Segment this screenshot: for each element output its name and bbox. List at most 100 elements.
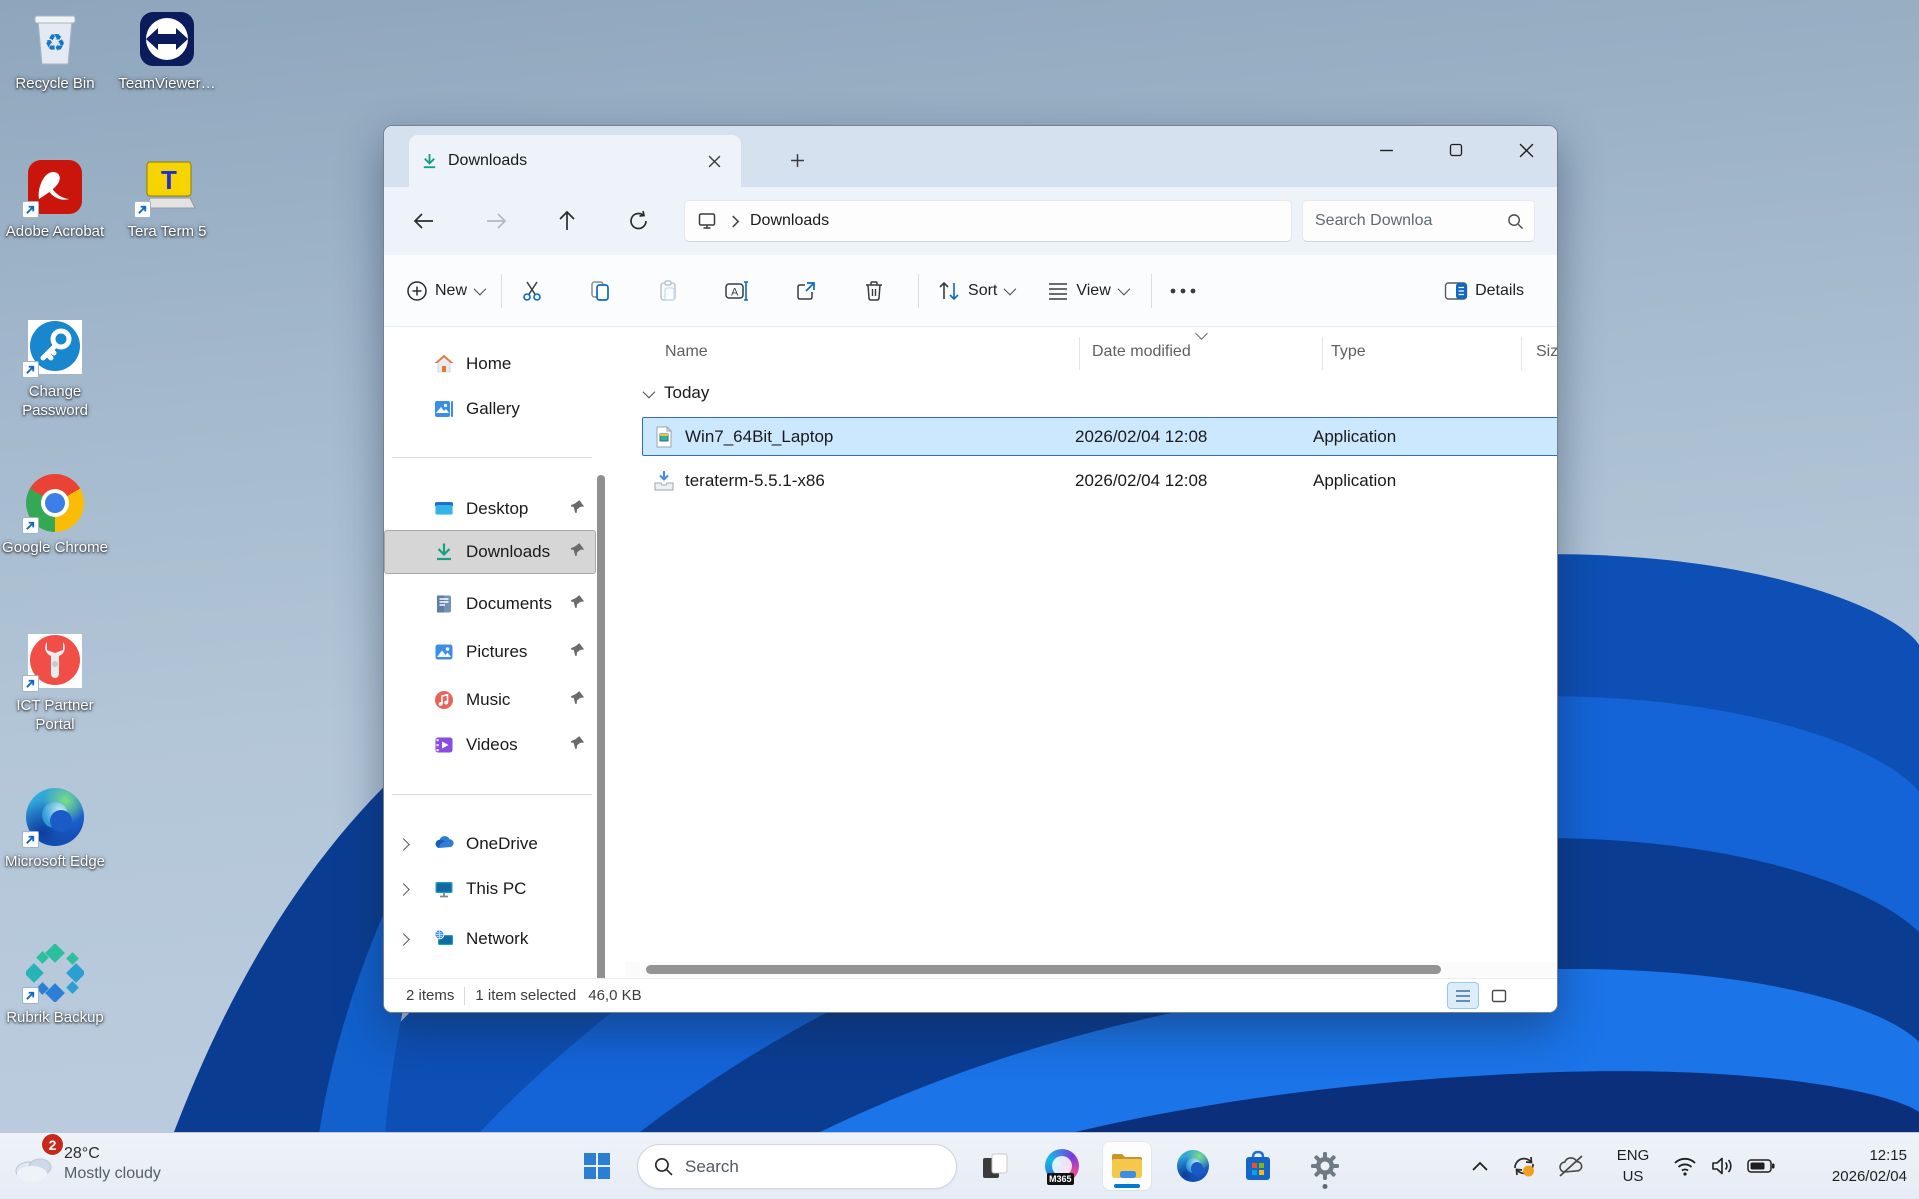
recycle-bin-icon: ♻ [26, 10, 84, 68]
file-explorer-taskbar-button[interactable] [1103, 1142, 1151, 1190]
start-button[interactable] [573, 1142, 621, 1190]
sidebar-item-videos[interactable]: Videos [384, 723, 596, 767]
task-view-button[interactable] [971, 1142, 1019, 1190]
onedrive-paused-icon[interactable] [1552, 1147, 1590, 1185]
desktop-icon-google-chrome[interactable]: Google Chrome [0, 474, 110, 557]
search-icon[interactable] [1507, 213, 1524, 230]
refresh-button[interactable] [619, 201, 659, 241]
file-row-teraterm[interactable]: teraterm-5.5.1-x86 2026/02/04 12:08 Appl… [642, 461, 1558, 500]
copy-button[interactable] [578, 269, 622, 313]
group-header-today[interactable]: Today [643, 383, 709, 403]
column-header-type[interactable]: Type [1331, 343, 1366, 361]
details-button-label: Details [1475, 282, 1524, 300]
home-icon [433, 353, 455, 375]
taskbar-search-box[interactable] [637, 1144, 957, 1189]
running-app-indicator [1323, 1184, 1328, 1189]
new-button[interactable]: New [396, 269, 493, 313]
cut-button[interactable] [510, 269, 554, 313]
minimize-button[interactable] [1363, 128, 1409, 172]
desktop-icon-change-password[interactable]: Change Password [0, 318, 110, 420]
sidebar-item-pictures[interactable]: Pictures [384, 630, 596, 674]
desktop-icon-teamviewer[interactable]: TeamViewer… [112, 10, 222, 93]
sort-button[interactable]: Sort [927, 269, 1023, 313]
weather-widget[interactable]: 2 28°C Mostly cloudy [10, 1141, 161, 1187]
desktop-icon-adobe-acrobat[interactable]: Adobe Acrobat [0, 158, 110, 241]
forward-button[interactable] [476, 201, 516, 241]
sidebar-item-network[interactable]: Network [384, 917, 596, 961]
settings-taskbar-button[interactable] [1301, 1142, 1349, 1190]
sidebar-item-documents[interactable]: Documents [384, 582, 596, 626]
expand-chevron-icon[interactable] [397, 838, 410, 851]
sidebar-item-downloads[interactable]: Downloads [384, 530, 596, 574]
desktop-icon-rubrik-backup[interactable]: Rubrik Backup [0, 944, 110, 1027]
column-divider[interactable] [1322, 337, 1323, 370]
up-button[interactable] [547, 201, 587, 241]
microsoft-store-icon [1243, 1150, 1273, 1182]
view-button[interactable]: View [1037, 269, 1136, 313]
language-indicator[interactable]: ENG US [1610, 1145, 1656, 1187]
paste-button[interactable] [646, 269, 690, 313]
back-button[interactable] [404, 201, 444, 241]
battery-icon[interactable] [1742, 1147, 1780, 1185]
tab-downloads[interactable]: Downloads [409, 135, 741, 187]
address-bar[interactable]: Downloads [684, 200, 1292, 242]
sidebar-item-onedrive[interactable]: OneDrive [384, 822, 596, 866]
column-divider[interactable] [1521, 337, 1522, 370]
sidebar-item-home[interactable]: Home [384, 342, 596, 386]
pin-icon[interactable] [570, 642, 585, 662]
show-hidden-icons-button[interactable] [1461, 1147, 1499, 1185]
search-box[interactable] [1302, 200, 1535, 242]
sidebar-scrollbar-thumb[interactable] [597, 475, 605, 1013]
column-divider[interactable] [1079, 337, 1080, 370]
delete-button[interactable] [852, 269, 896, 313]
pin-icon[interactable] [570, 735, 585, 755]
maximize-button[interactable] [1433, 128, 1479, 172]
pin-icon[interactable] [570, 542, 585, 562]
tab-close-button[interactable] [699, 146, 729, 176]
file-row-win7[interactable]: Win7_64Bit_Laptop 2026/02/04 12:08 Appli… [642, 417, 1558, 456]
microsoft-store-button[interactable] [1234, 1142, 1282, 1190]
pin-icon[interactable] [570, 594, 585, 614]
breadcrumb-location[interactable]: Downloads [750, 212, 829, 230]
file-date-modified: 2026/02/04 12:08 [1075, 471, 1313, 491]
horizontal-scrollbar-thumb[interactable] [646, 965, 1441, 974]
sidebar-item-gallery[interactable]: Gallery [384, 387, 596, 431]
share-button[interactable] [784, 269, 828, 313]
large-icons-view-toggle[interactable] [1483, 982, 1515, 1009]
search-input[interactable] [1315, 212, 1507, 230]
details-button[interactable]: Details [1434, 269, 1541, 313]
column-header-date-modified[interactable]: Date modified [1092, 343, 1191, 361]
sidebar-item-label: Documents [466, 594, 570, 614]
desktop-icon-tera-term[interactable]: T Tera Term 5 [112, 158, 222, 241]
sidebar-item-desktop[interactable]: Desktop [384, 487, 596, 531]
expand-chevron-icon[interactable] [397, 883, 410, 896]
close-button[interactable] [1503, 128, 1549, 172]
sidebar-item-this-pc[interactable]: This PC [384, 867, 596, 911]
horizontal-scrollbar[interactable] [625, 962, 1557, 977]
desktop-icon-recycle-bin[interactable]: ♻ Recycle Bin [0, 10, 110, 93]
pin-icon[interactable] [570, 499, 585, 519]
edge-taskbar-button[interactable] [1169, 1142, 1217, 1190]
clock[interactable]: 12:15 2026/02/04 [1832, 1145, 1907, 1187]
this-pc-icon [433, 878, 455, 900]
toolbar-divider [1151, 274, 1152, 308]
desktop-icon-microsoft-edge[interactable]: Microsoft Edge [0, 788, 110, 871]
m365-copilot-button[interactable]: M365 [1038, 1142, 1086, 1190]
column-header-name[interactable]: Name [665, 343, 708, 361]
details-view-toggle[interactable] [1447, 982, 1479, 1009]
volume-icon[interactable] [1703, 1147, 1741, 1185]
desktop-icon-ict-partner-portal[interactable]: ICT Partner Portal [0, 632, 110, 734]
rename-button[interactable]: A [714, 269, 760, 313]
column-header-size[interactable]: Size [1536, 343, 1558, 361]
collapse-chevron-icon[interactable] [643, 385, 656, 398]
sidebar-divider [392, 457, 592, 458]
change-password-icon [26, 318, 84, 376]
pin-icon[interactable] [570, 690, 585, 710]
expand-chevron-icon[interactable] [397, 933, 410, 946]
sync-pending-icon[interactable] [1505, 1147, 1543, 1185]
wifi-icon[interactable] [1666, 1147, 1704, 1185]
sidebar-item-music[interactable]: Music [384, 678, 596, 722]
more-options-button[interactable] [1160, 269, 1206, 313]
new-tab-button[interactable] [779, 142, 815, 178]
taskbar-search-input[interactable] [685, 1157, 940, 1177]
